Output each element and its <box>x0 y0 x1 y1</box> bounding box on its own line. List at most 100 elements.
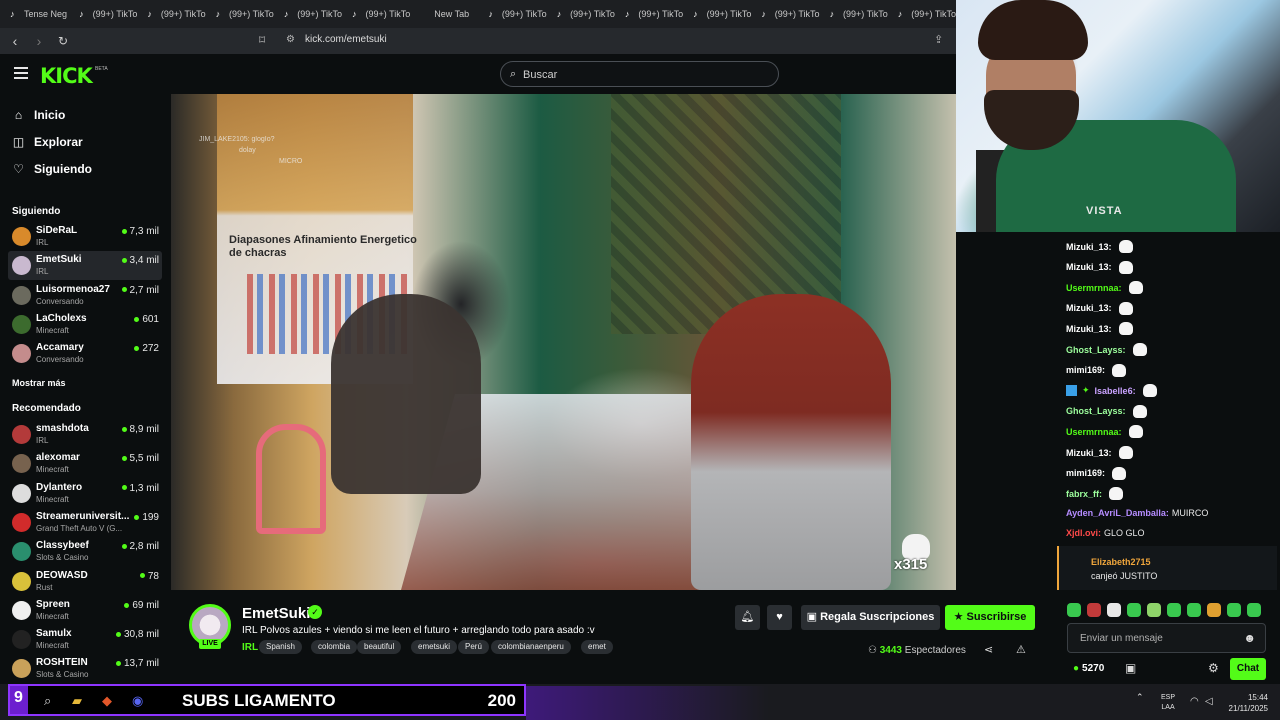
chat-username[interactable]: mimi169: <box>1066 365 1105 375</box>
stream-category[interactable]: IRL <box>242 642 258 653</box>
chat-username[interactable]: Mizuki_13: <box>1066 242 1112 252</box>
emote-icon[interactable] <box>1247 603 1261 617</box>
gift-subs-button[interactable]: ▣ Regala Suscripciones <box>801 605 940 630</box>
stream-tag[interactable]: Spanish <box>259 640 302 654</box>
notification-bell-button[interactable]: 🔔︎ <box>735 605 760 630</box>
stream-tag[interactable]: emet <box>581 640 613 654</box>
emote-icon[interactable] <box>1227 603 1241 617</box>
taskbar-clock[interactable]: 15:44 21/11/2025 <box>1226 692 1268 714</box>
emote-icon[interactable] <box>1067 603 1081 617</box>
chat-username[interactable]: Mizuki_13: <box>1066 324 1112 334</box>
wifi-icon[interactable]: ◠ <box>1190 696 1199 707</box>
browser-tab[interactable]: New Tab <box>410 0 478 28</box>
sidebar-channel[interactable]: Spreen Minecraft 69 mil <box>8 596 162 625</box>
chat-username[interactable]: Usermrnnaa: <box>1066 283 1122 293</box>
forward-icon[interactable]: › <box>30 33 48 49</box>
file-explorer-icon[interactable]: ▰ <box>72 693 82 709</box>
volume-icon[interactable]: ◁ <box>1205 696 1213 707</box>
chat-username[interactable]: mimi169: <box>1066 468 1105 478</box>
browser-tab[interactable]: ♪ (99+) TikTo <box>820 0 888 28</box>
emote-icon[interactable] <box>1127 603 1141 617</box>
browser-tab[interactable]: ♪ (99+) TikTo <box>137 0 205 28</box>
emoji-picker-icon[interactable]: ☻ <box>1243 631 1256 645</box>
menu-icon[interactable] <box>14 67 28 79</box>
stream-tag[interactable]: colombia <box>311 640 358 654</box>
sidebar-channel[interactable]: ROSHTEIN Slots & Casino 13,7 mil <box>8 654 162 683</box>
back-icon[interactable]: ‹ <box>6 33 24 49</box>
browser-tab[interactable]: ♪ (99+) TikTo <box>69 0 137 28</box>
emote-icon[interactable] <box>1207 603 1221 617</box>
chat-username[interactable]: Mizuki_13: <box>1066 262 1112 272</box>
chat-username[interactable]: Xjdl.ovi: <box>1066 528 1101 538</box>
tray-chevron-icon[interactable]: ⌃ <box>1136 692 1144 703</box>
sidebar-nav-following[interactable]: ♡ Siguiendo <box>12 158 92 180</box>
chat-settings-icon[interactable]: ⚙ <box>1208 661 1219 675</box>
sidebar-channel[interactable]: DEOWASD Rust 78 <box>8 567 162 596</box>
browser-tab[interactable]: ♪ (99+) TikTo <box>274 0 342 28</box>
discord-icon[interactable]: ◉ <box>132 693 143 709</box>
chat-username[interactable]: Mizuki_13: <box>1066 448 1112 458</box>
sidebar-channel[interactable]: smashdota IRL 8,9 mil <box>8 420 162 449</box>
browser-tab[interactable]: ♪ (99+) TikTo <box>342 0 410 28</box>
share-icon[interactable]: ⇪ <box>934 33 943 46</box>
sidebar-channel[interactable]: Classybeef Slots & Casino 2,8 mil <box>8 537 162 566</box>
sidebar-nav-home[interactable]: ⌂ Inicio <box>12 104 65 126</box>
search-input[interactable]: ⌕ Buscar <box>500 61 779 87</box>
emote-icon[interactable] <box>1167 603 1181 617</box>
subscribe-button[interactable]: ★ Suscribirse <box>945 605 1035 630</box>
browser-tab-label: (99+) TikTo <box>92 9 138 19</box>
chat-username[interactable]: Ghost_Layss: <box>1066 345 1126 355</box>
sidebar-channel[interactable]: Accamary Conversando 272 <box>8 339 162 368</box>
browser-tab[interactable]: ♪ (99+) TikTo <box>683 0 751 28</box>
sidebar-nav-explore[interactable]: ◫ Explorar <box>12 131 83 153</box>
chat-message-input[interactable]: Enviar un mensaje ☻ <box>1067 623 1266 653</box>
stream-tag[interactable]: beautiful <box>357 640 402 654</box>
sidebar-channel[interactable]: alexomar Minecraft 5,5 mil <box>8 449 162 478</box>
channel-name[interactable]: EmetSuki <box>242 605 310 622</box>
browser-tab[interactable]: ♪ Tense Neg <box>0 0 69 28</box>
brave-browser-icon[interactable]: ◆ <box>102 693 112 709</box>
emote-icon[interactable] <box>1187 603 1201 617</box>
channel-points[interactable]: ● 5270 <box>1073 663 1104 674</box>
kick-logo[interactable]: KICK <box>40 64 93 88</box>
browser-tab[interactable]: ♪ (99+) TikTo <box>888 0 956 28</box>
chat-username[interactable]: Ghost_Layss: <box>1066 406 1126 416</box>
follow-heart-button[interactable]: ♥ <box>767 605 792 630</box>
emote-icon[interactable] <box>1107 603 1121 617</box>
report-icon[interactable]: ⚠ <box>1016 643 1026 656</box>
emote-icon[interactable] <box>1147 603 1161 617</box>
show-more-link[interactable]: Mostrar más <box>12 378 66 388</box>
input-language[interactable]: ESP LAA <box>1161 693 1175 713</box>
browser-tab[interactable]: ♪ (99+) TikTo <box>547 0 615 28</box>
stream-tag[interactable]: emetsuki <box>411 640 458 654</box>
share-icon[interactable]: ⋖ <box>984 643 993 656</box>
chat-username[interactable]: Usermrnnaa: <box>1066 427 1122 437</box>
reload-icon[interactable]: ↻ <box>54 34 72 48</box>
video-player[interactable]: Diapasones Afinamiento Energetico de cha… <box>171 94 956 590</box>
stream-tag[interactable]: Perú <box>458 640 489 654</box>
sidebar-channel[interactable]: Dylantero Minecraft 1,3 mil <box>8 479 162 508</box>
chat-send-button[interactable]: Chat <box>1230 658 1266 680</box>
chat-username[interactable]: fabrx_ff: <box>1066 489 1102 499</box>
sidebar-channel[interactable]: Streameruniversit... Grand Theft Auto V (… <box>8 508 162 537</box>
emote-icon[interactable] <box>1087 603 1101 617</box>
sidebar-channel[interactable]: SiDeRaL IRL 7,3 mil <box>8 222 162 251</box>
sidebar-channel[interactable]: Luisormenoa27 Conversando 2,7 mil <box>8 281 162 310</box>
sidebar-channel[interactable]: LaCholexs Minecraft 601 <box>8 310 162 339</box>
chat-username[interactable]: Mizuki_13: <box>1066 303 1112 313</box>
browser-tab[interactable]: ♪ (99+) TikTo <box>615 0 683 28</box>
redeem-user[interactable]: Elizabeth2715 <box>1091 557 1151 567</box>
site-settings-icon[interactable]: ⚙ <box>286 34 295 45</box>
browser-tab[interactable]: ♪ (99+) TikTo <box>751 0 819 28</box>
gift-icon[interactable]: ▣ <box>1125 661 1136 675</box>
chat-username[interactable]: Ayden_AvriL_Damballa: <box>1066 508 1169 518</box>
bookmark-icon[interactable]: ⌑ <box>259 33 265 47</box>
sidebar-channel[interactable]: Samulx Minecraft 30,8 mil <box>8 625 162 654</box>
taskbar-search-icon[interactable]: ⌕ <box>44 693 51 709</box>
chat-username[interactable]: Isabelle6: <box>1095 386 1136 396</box>
browser-tab[interactable]: ♪ (99+) TikTo <box>478 0 546 28</box>
sidebar-channel[interactable]: EmetSuki IRL 3,4 mil <box>8 251 162 281</box>
stream-tag[interactable]: colombianaenperu <box>491 640 571 654</box>
browser-tab[interactable]: ♪ (99+) TikTo <box>206 0 274 28</box>
url-text[interactable]: kick.com/emetsuki <box>305 34 387 45</box>
